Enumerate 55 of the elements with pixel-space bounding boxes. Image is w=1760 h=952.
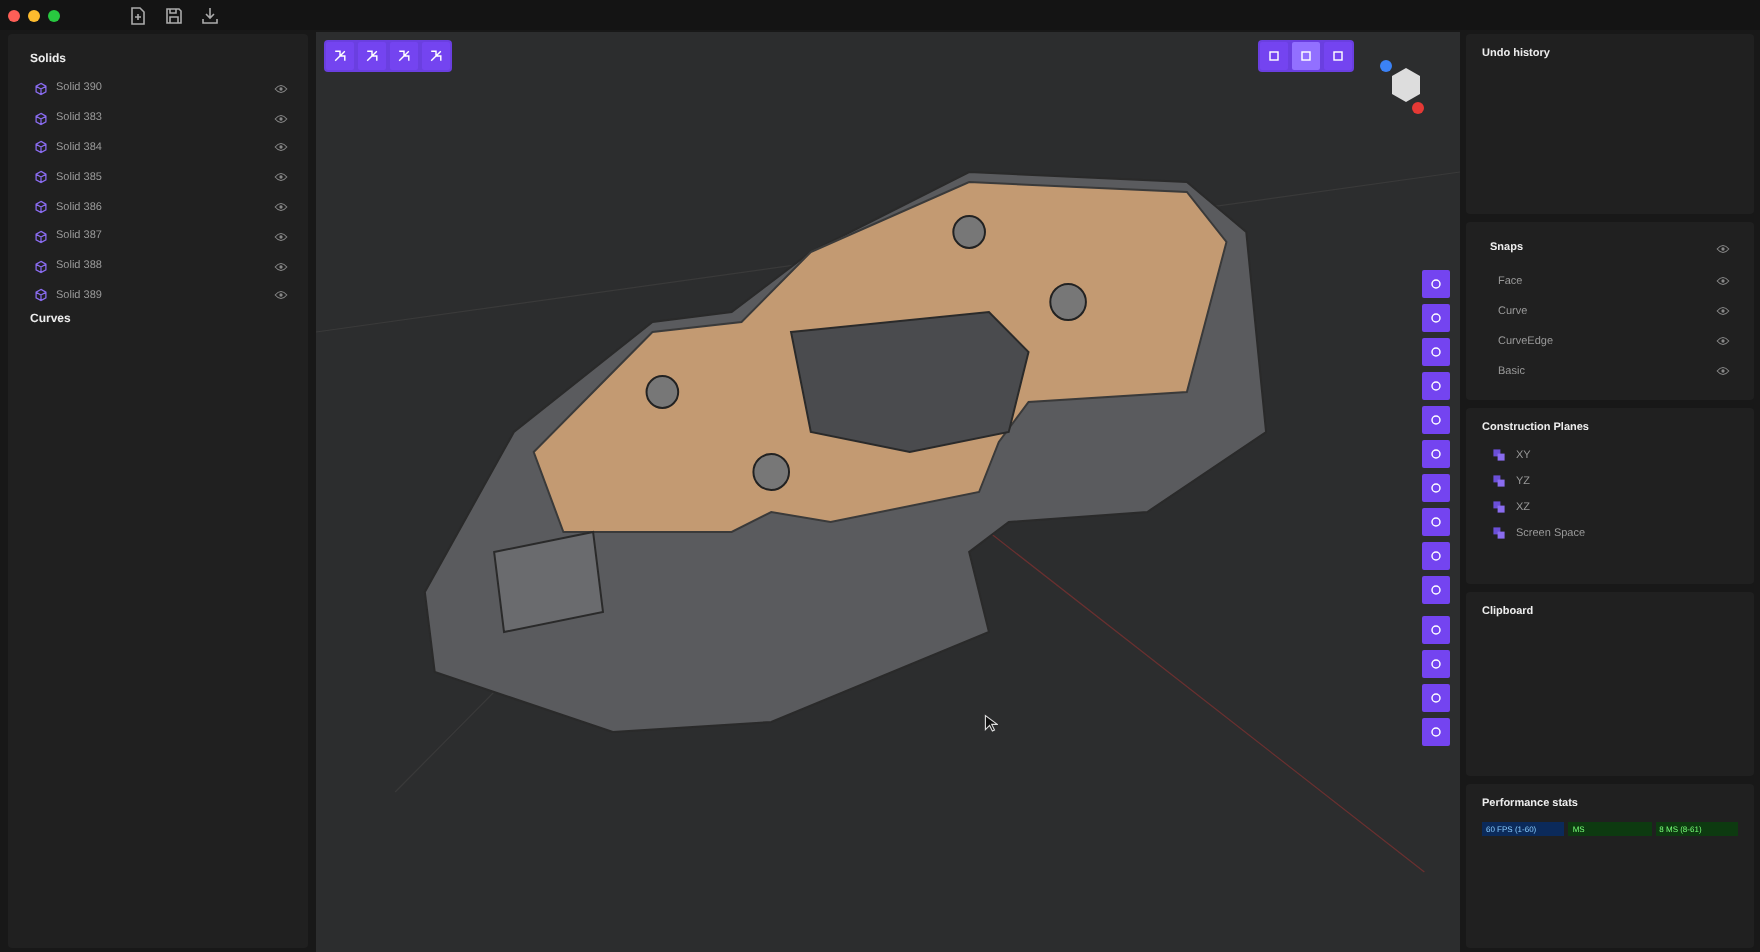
- eye-icon[interactable]: [1716, 243, 1730, 253]
- modeling-tool-button[interactable]: [1422, 542, 1450, 570]
- view-mode-button[interactable]: [1292, 42, 1320, 70]
- circle-icon: [1428, 446, 1444, 462]
- eye-icon[interactable]: [274, 261, 288, 272]
- maximize-window-button[interactable]: [48, 9, 60, 21]
- eye-icon[interactable]: [274, 290, 288, 301]
- modeling-tool-button[interactable]: [1422, 474, 1450, 502]
- circle-icon: [1428, 582, 1444, 598]
- modeling-tool-button[interactable]: [1422, 372, 1450, 400]
- modeling-tool-button[interactable]: [1422, 270, 1450, 298]
- line-tool-button[interactable]: [358, 42, 386, 70]
- eye-icon[interactable]: [1716, 336, 1730, 346]
- circle-icon: [1428, 724, 1444, 740]
- modeling-tool-button[interactable]: [1422, 338, 1450, 366]
- eye-icon[interactable]: [274, 83, 288, 94]
- 3d-viewport[interactable]: [316, 32, 1460, 952]
- modeling-tool-button[interactable]: [1422, 406, 1450, 434]
- circle-icon: [1428, 548, 1444, 564]
- modeling-tool-button[interactable]: [1422, 576, 1450, 604]
- new-file-icon[interactable]: [128, 5, 148, 25]
- circle-icon: [1428, 412, 1444, 428]
- modeling-tool-button[interactable]: [1422, 684, 1450, 712]
- download-icon[interactable]: [200, 5, 220, 25]
- cube-tool-button[interactable]: [422, 42, 450, 70]
- eye-icon[interactable]: [1716, 276, 1730, 286]
- circle-icon: [1428, 276, 1444, 292]
- circle-icon: [1428, 310, 1444, 326]
- modeling-tool-button[interactable]: [1422, 616, 1450, 644]
- circle-icon: [1428, 514, 1444, 530]
- view-mode-button[interactable]: [1324, 42, 1352, 70]
- eye-icon[interactable]: [274, 202, 288, 213]
- minimize-window-button[interactable]: [28, 9, 40, 21]
- view-mode-button[interactable]: [1260, 42, 1288, 70]
- modeling-tool-button[interactable]: [1422, 508, 1450, 536]
- circle-icon: [1428, 344, 1444, 360]
- circle-icon: [1428, 656, 1444, 672]
- modeling-tool-button[interactable]: [1422, 650, 1450, 678]
- circle-icon: [1428, 480, 1444, 496]
- square-tool-button[interactable]: [390, 42, 418, 70]
- circle-icon: [1428, 378, 1444, 394]
- modeling-tool-button[interactable]: [1422, 718, 1450, 746]
- eye-icon[interactable]: [274, 113, 288, 124]
- mouse-cursor-icon: [984, 714, 998, 734]
- modeling-tool-button[interactable]: [1422, 440, 1450, 468]
- eye-icon[interactable]: [274, 231, 288, 242]
- modeling-tool-button[interactable]: [1422, 304, 1450, 332]
- close-window-button[interactable]: [8, 9, 20, 21]
- circle-icon: [1428, 622, 1444, 638]
- circle-icon: [1428, 690, 1444, 706]
- eye-icon[interactable]: [274, 172, 288, 183]
- save-icon[interactable]: [164, 5, 184, 25]
- eye-icon[interactable]: [1716, 366, 1730, 376]
- eye-icon[interactable]: [1716, 306, 1730, 316]
- eye-icon[interactable]: [274, 142, 288, 153]
